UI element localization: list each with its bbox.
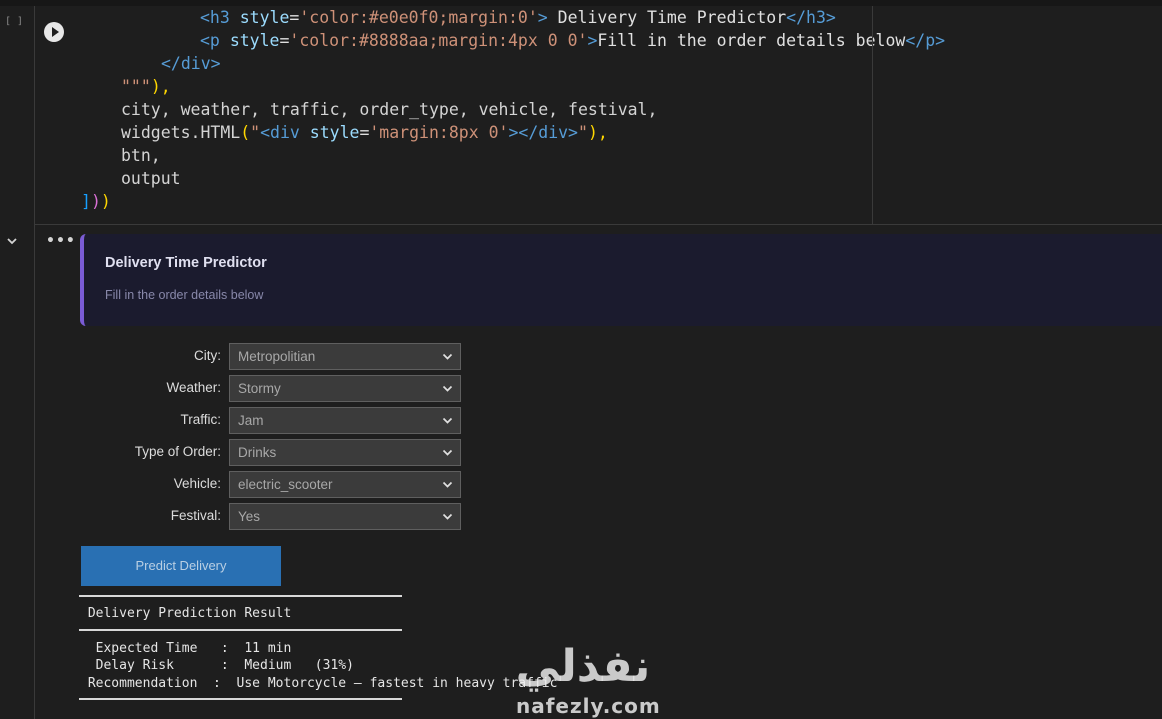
city-label: City: bbox=[194, 348, 221, 363]
result-rule-top bbox=[79, 595, 402, 597]
code-editor[interactable]: <h3 style='color:#e0e0f0;margin:0'> Deli… bbox=[34, 6, 1162, 224]
vehicle-select[interactable]: electric_scooter bbox=[229, 471, 461, 498]
predictor-banner bbox=[80, 234, 1162, 326]
code-line: city, weather, traffic, order_type, vehi… bbox=[121, 100, 658, 119]
code-line: <p style='color:#8888aa;margin:4px 0 0'>… bbox=[200, 31, 946, 50]
code-line: ])) bbox=[81, 192, 111, 211]
traffic-select[interactable]: Jam bbox=[229, 407, 461, 434]
result-recommendation: Recommendation : Use Motorcycle — fastes… bbox=[80, 676, 558, 691]
code-line: </div> bbox=[161, 54, 221, 73]
vehicle-label: Vehicle: bbox=[173, 476, 221, 491]
festival-select[interactable]: Yes bbox=[229, 503, 461, 530]
code-line: <h3 style='color:#e0e0f0;margin:0'> Deli… bbox=[200, 8, 836, 27]
weather-value: Stormy bbox=[238, 381, 281, 396]
vehicle-value: electric_scooter bbox=[238, 477, 333, 492]
order-type-label: Type of Order: bbox=[134, 444, 221, 459]
weather-select[interactable]: Stormy bbox=[229, 375, 461, 402]
code-ruler bbox=[872, 6, 873, 224]
result-expected-time: Expected Time : 11 min bbox=[80, 641, 292, 656]
output-gutter bbox=[0, 225, 34, 719]
banner-title: Delivery Time Predictor bbox=[105, 255, 267, 271]
result-rule-bottom bbox=[79, 698, 402, 700]
traffic-value: Jam bbox=[238, 413, 264, 428]
city-select[interactable]: Metropolitian bbox=[229, 343, 461, 370]
chevron-down-icon bbox=[442, 417, 453, 424]
order-type-select[interactable]: Drinks bbox=[229, 439, 461, 466]
festival-label: Festival: bbox=[170, 508, 221, 523]
chevron-down-icon[interactable] bbox=[6, 235, 18, 247]
predict-button-label: Predict Delivery bbox=[135, 558, 227, 573]
chevron-down-icon bbox=[442, 353, 453, 360]
chevron-down-icon bbox=[442, 513, 453, 520]
chevron-down-icon bbox=[442, 385, 453, 392]
result-rule-middle bbox=[79, 629, 402, 631]
traffic-label: Traffic: bbox=[180, 412, 221, 427]
code-line: """), bbox=[121, 77, 171, 96]
code-line: btn, bbox=[121, 146, 161, 165]
code-cell-gutter: [ ] bbox=[0, 6, 34, 224]
predict-delivery-button[interactable]: Predict Delivery bbox=[81, 546, 281, 586]
code-line: output bbox=[121, 169, 181, 188]
chevron-down-icon bbox=[442, 481, 453, 488]
result-header: Delivery Prediction Result bbox=[80, 606, 292, 621]
city-value: Metropolitian bbox=[238, 349, 316, 364]
order-type-value: Drinks bbox=[238, 445, 277, 460]
chevron-down-icon bbox=[442, 449, 453, 456]
banner-subtitle: Fill in the order details below bbox=[105, 288, 264, 302]
execution-count: [ ] bbox=[5, 16, 24, 27]
festival-value: Yes bbox=[238, 509, 261, 524]
weather-label: Weather: bbox=[166, 380, 221, 395]
result-delay-risk: Delay Risk : Medium (31%) bbox=[80, 658, 354, 673]
code-line: widgets.HTML("<div style='margin:8px 0'>… bbox=[121, 123, 608, 142]
